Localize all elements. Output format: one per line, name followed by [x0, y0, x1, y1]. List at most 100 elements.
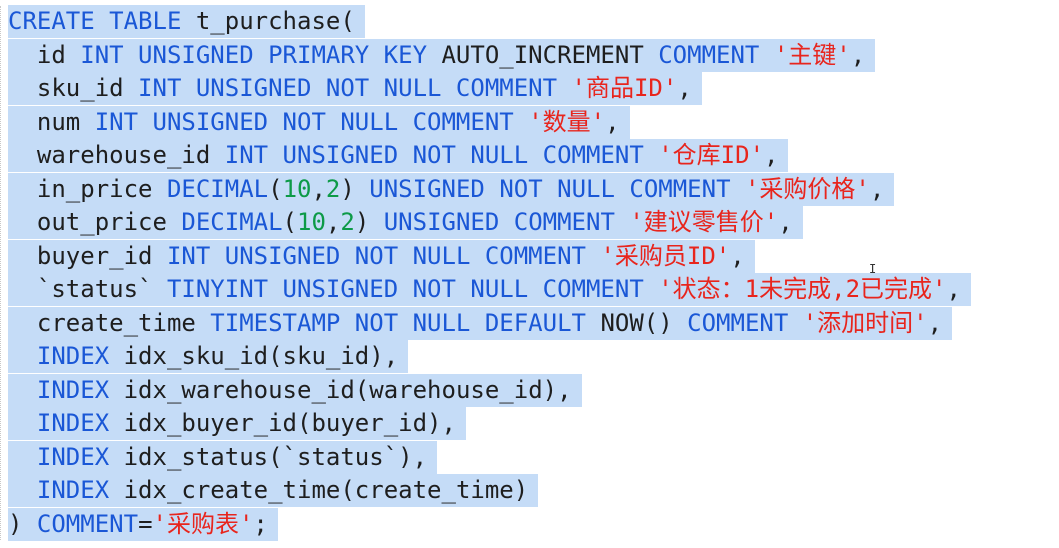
selection-highlight: id INT UNSIGNED PRIMARY KEY AUTO_INCREME… [8, 38, 876, 72]
code-token: , [946, 275, 961, 303]
code-token: TINYINT UNSIGNED NOT NULL COMMENT [166, 275, 659, 303]
code-token: '建议零售价' [629, 208, 779, 236]
code-token: '数量' [528, 107, 606, 136]
code-token: , [778, 208, 793, 236]
code-token: , [677, 74, 692, 102]
code-token: '采购表' [152, 509, 254, 538]
code-token: '采购员ID' [600, 241, 731, 270]
code-line-4[interactable]: num INT UNSIGNED NOT NULL COMMENT '数量', [8, 105, 630, 139]
code-line-9[interactable]: `status` TINYINT UNSIGNED NOT NULL COMME… [8, 273, 971, 306]
selection-highlight: ) COMMENT='采购表'; [8, 507, 278, 541]
selection-highlight: create_time TIMESTAMP NOT NULL DEFAULT N… [8, 306, 953, 340]
code-line-12[interactable]: INDEX idx_warehouse_id(warehouse_id), [8, 373, 582, 407]
code-line-7[interactable]: out_price DECIMAL(10,2) UNSIGNED COMMENT… [8, 206, 803, 239]
code-token: ) [354, 208, 384, 236]
code-token: INDEX [36, 342, 124, 370]
code-line-14[interactable]: INDEX idx_status(`status`), [8, 440, 438, 474]
code-token: buyer_id [8, 241, 167, 270]
code-token: idx_buyer_id(buyer_id), [123, 409, 456, 437]
fold-guide [0, 6, 7, 540]
code-token: 10 [297, 208, 326, 236]
code-token: id [8, 40, 81, 69]
code-token: ; [253, 509, 268, 538]
code-token: '主键' [773, 40, 851, 69]
selection-highlight: num INT UNSIGNED NOT NULL COMMENT '数量', [8, 105, 630, 139]
selection-highlight: INDEX idx_warehouse_id(warehouse_id), [8, 373, 582, 407]
selection-highlight: `status` TINYINT UNSIGNED NOT NULL COMME… [8, 273, 971, 306]
code-token: UNSIGNED COMMENT [383, 208, 630, 236]
code-token: NOW() [600, 308, 688, 337]
selection-highlight: in_price DECIMAL(10,2) UNSIGNED NOT NULL… [8, 172, 895, 206]
selection-highlight: out_price DECIMAL(10,2) UNSIGNED COMMENT… [8, 206, 803, 239]
code-token: 10 [282, 174, 312, 203]
code-token: INDEX [36, 375, 124, 404]
code-line-10[interactable]: create_time TIMESTAMP NOT NULL DEFAULT N… [8, 306, 953, 340]
code-line-13[interactable]: INDEX idx_buyer_id(buyer_id), [8, 407, 466, 440]
code-token: out_price [8, 208, 182, 236]
code-token: '商品ID' [571, 74, 678, 102]
code-token: , [869, 174, 885, 203]
selection-highlight: buyer_id INT UNSIGNED NOT NULL COMMENT '… [8, 239, 755, 273]
code-token: AUTO_INCREMENT [441, 40, 659, 69]
sql-editor[interactable]: CREATE TABLE t_purchase( id INT UNSIGNED… [0, 0, 1059, 548]
selection-highlight: INDEX idx_status(`status`), [8, 440, 438, 474]
code-token: idx_create_time(create_time) [123, 476, 529, 504]
code-token: create_time [8, 308, 211, 337]
code-token: COMMENT [36, 509, 139, 538]
code-token: = [138, 509, 153, 538]
code-line-11[interactable]: INDEX idx_sku_id(sku_id), [8, 340, 409, 373]
code-token: t_purchase( [195, 7, 355, 35]
code-token: 2 [340, 208, 355, 236]
selection-highlight: warehouse_id INT UNSIGNED NOT NULL COMME… [8, 139, 789, 172]
code-token: idx_status(`status`), [123, 442, 428, 471]
code-token: INT UNSIGNED NOT NULL COMMENT [138, 74, 572, 102]
code-token: in_price [8, 174, 167, 203]
code-token: INT UNSIGNED NOT NULL COMMENT [94, 107, 529, 136]
code-line-3[interactable]: sku_id INT UNSIGNED NOT NULL COMMENT '商品… [8, 72, 702, 105]
code-token: ( [282, 208, 297, 236]
code-line-16[interactable]: ) COMMENT='采购表'; [8, 507, 278, 541]
code-token: INT UNSIGNED NOT NULL COMMENT [224, 141, 659, 169]
code-token: sku_id [8, 74, 139, 102]
code-token: , [730, 241, 745, 270]
code-token: , [311, 174, 326, 203]
selection-highlight: CREATE TABLE t_purchase( [8, 5, 365, 38]
code-token: INDEX [36, 476, 124, 504]
code-token: DECIMAL [166, 174, 269, 203]
code-token: INT UNSIGNED PRIMARY KEY [80, 40, 442, 69]
code-line-6[interactable]: in_price DECIMAL(10,2) UNSIGNED NOT NULL… [8, 172, 895, 206]
code-token: , [605, 107, 620, 136]
code-line-2[interactable]: id INT UNSIGNED PRIMARY KEY AUTO_INCREME… [8, 38, 876, 72]
code-token: INDEX [36, 409, 124, 437]
selection-highlight: INDEX idx_create_time(create_time) [8, 474, 539, 507]
code-token: idx_sku_id(sku_id), [123, 342, 399, 370]
code-token: , [764, 141, 779, 169]
code-token: num [8, 107, 95, 136]
code-token: ( [268, 174, 283, 203]
code-line-1[interactable]: CREATE TABLE t_purchase( [8, 5, 365, 38]
code-token: '添加时间' [802, 308, 928, 337]
selection-highlight: sku_id INT UNSIGNED NOT NULL COMMENT '商品… [8, 72, 702, 105]
selection-highlight: INDEX idx_sku_id(sku_id), [8, 340, 409, 373]
text-ibeam-cursor-icon: I [869, 262, 877, 276]
code-line-5[interactable]: warehouse_id INT UNSIGNED NOT NULL COMME… [8, 139, 789, 172]
code-token: COMMENT [687, 308, 803, 337]
selection-highlight: INDEX idx_buyer_id(buyer_id), [8, 407, 466, 440]
code-token: ) [8, 509, 37, 538]
code-token: warehouse_id [8, 141, 225, 169]
code-token: , [325, 208, 341, 236]
code-token: , [927, 308, 943, 337]
code-line-8[interactable]: buyer_id INT UNSIGNED NOT NULL COMMENT '… [8, 239, 755, 273]
code-token: TIMESTAMP NOT NULL DEFAULT [210, 308, 601, 337]
code-token: idx_warehouse_id(warehouse_id), [123, 375, 572, 404]
code-token: INDEX [36, 442, 124, 471]
code-token: UNSIGNED NOT NULL COMMENT [369, 174, 745, 203]
code-token: , [850, 40, 866, 69]
code-line-15[interactable]: INDEX idx_create_time(create_time) [8, 474, 539, 507]
code-token: ) [340, 174, 370, 203]
